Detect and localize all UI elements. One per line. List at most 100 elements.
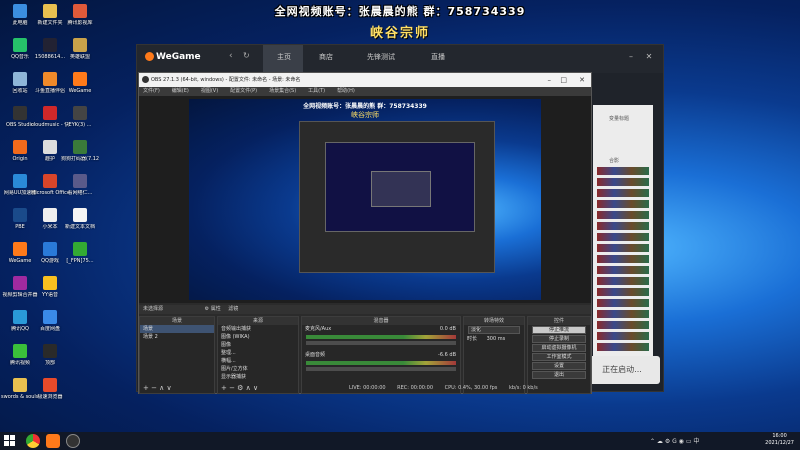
tab-home-label[interactable]: 主页 [277, 52, 291, 62]
desktop-icon[interactable]: 狗狗打码器(7.12修改) [61, 140, 99, 162]
source-item[interactable]: 显示器捕获 [218, 373, 298, 381]
studio-mode-button[interactable]: 工作室模式 [532, 353, 586, 361]
properties-button[interactable]: 属性 [211, 306, 221, 312]
wegame-icon[interactable] [46, 434, 60, 448]
tab-live[interactable]: 直播 [431, 52, 445, 62]
desktop-icon[interactable]: [_FPN]75... [61, 242, 99, 264]
duration-input[interactable]: 300 ms [487, 336, 506, 342]
scenes-panel: 场景 场景 场景 2 + − ∧ ∨ [139, 316, 215, 394]
desktop-icon-label: [_FPN]75... [66, 258, 94, 264]
mixer-header: 混音器 [302, 317, 460, 325]
virtual-camera-button[interactable]: 启动虚拟摄像机 [532, 344, 586, 352]
close-icon[interactable]: ✕ [579, 73, 585, 87]
sources-panel: 来源 音频输出捕获 图像 (WIKA) 图像 整理... 横幅... 图片/立方体 显示器捕… [217, 316, 299, 394]
close-icon[interactable]: ✕ [643, 52, 655, 64]
obs-logo-icon [142, 76, 149, 83]
transition-select[interactable]: 淡化 [468, 326, 520, 334]
menu-item[interactable]: 配置文件(P) [230, 88, 257, 94]
stop-streaming-button[interactable]: 停止推流 [532, 326, 586, 334]
chrome-icon[interactable] [26, 434, 40, 448]
source-item[interactable]: 图像 [218, 341, 298, 349]
start-game-button[interactable]: 正在启动... [584, 356, 660, 384]
obs-title-text: OBS 27.1.3 (64-bit, windows) - 配置文件: 未命名… [151, 77, 301, 83]
tab-pioneer-test[interactable]: 先锋测试 [367, 52, 395, 62]
desktop-icon[interactable]: 顶部 [31, 344, 69, 366]
app-icon [13, 310, 27, 324]
desktop-icon[interactable]: 百度网盘 [31, 310, 69, 332]
clock[interactable]: 16:00 2021/12/27 [765, 433, 794, 447]
app-icon [13, 72, 27, 86]
menu-item[interactable]: 工具(T) [308, 88, 325, 94]
volume-slider[interactable] [306, 367, 456, 371]
desktop-icon-label: 百度网盘 [39, 326, 60, 332]
desktop-icon-label: YY语音 [41, 292, 59, 298]
source-toolbar: 未选择源 ⚙ 属性 滤镜 [139, 305, 591, 314]
source-item[interactable]: 音频输出捕获 [218, 325, 298, 333]
wegame-logo-icon [145, 52, 154, 61]
volume-meter [306, 335, 456, 339]
champion-thumbnails[interactable] [597, 167, 649, 354]
refresh-icon[interactable]: ↻ [243, 51, 250, 60]
obs-preview[interactable]: 全网视频账号：张晨晨的熊 群：758734339 峡谷宗师 [139, 96, 591, 303]
source-toolbar-buttons[interactable]: + − ⚙ ∧ ∨ [221, 384, 258, 392]
desktop-icon-label: 狗狗打码器(7.12修改) [61, 156, 99, 162]
app-icon [13, 276, 27, 290]
tab-store[interactable]: 商店 [319, 52, 333, 62]
settings-button[interactable]: 设置 [532, 362, 586, 370]
no-source-selected-label: 未选择源 [143, 306, 164, 312]
stop-recording-button[interactable]: 停止录制 [532, 335, 586, 343]
desktop-icon[interactable]: 看网络仁... [61, 174, 99, 196]
filters-button[interactable]: 滤镜 [228, 306, 238, 312]
app-icon [43, 106, 57, 120]
gear-icon[interactable]: ⚙ [205, 306, 209, 312]
volume-slider[interactable] [306, 341, 456, 345]
desktop-icon[interactable]: WeGame [61, 72, 99, 94]
app-icon [73, 38, 87, 52]
app-icon [13, 242, 27, 256]
source-item[interactable]: 整理... [218, 349, 298, 357]
menu-item[interactable]: 视图(V) [201, 88, 218, 94]
source-item[interactable]: 图像 (WIKA) [218, 333, 298, 341]
bitrate: kb/s: 0 kb/s [508, 385, 538, 391]
menu-item[interactable]: 帮助(H) [337, 88, 355, 94]
back-arrow-icon[interactable]: ‹ [229, 51, 233, 61]
obs-titlebar: OBS 27.1.3 (64-bit, windows) - 配置文件: 未命名… [139, 73, 591, 87]
scene-item[interactable]: 场景 2 [140, 333, 214, 341]
scene-toolbar[interactable]: + − ∧ ∨ [143, 384, 172, 392]
windows-start-icon[interactable] [4, 435, 16, 447]
obs-icon[interactable] [66, 434, 80, 448]
minimize-icon[interactable]: – [548, 73, 552, 87]
menu-item[interactable]: 文件(F) [143, 88, 160, 94]
duration-row: 时长 300 ms [467, 336, 506, 342]
side-panel-title: 变量标题 [609, 116, 630, 122]
tray-icons[interactable]: ⌃ ☁ ⚙ G ◉ ▭ 中 [650, 436, 699, 445]
desktop-icon[interactable]: 英雄联盟 [61, 38, 99, 60]
app-icon [73, 174, 87, 188]
rec-timer: REC: 00:00:00 [397, 385, 434, 391]
menu-item[interactable]: 场景集合(S) [269, 88, 296, 94]
transitions-panel: 转场特效 淡化 时长 300 ms [463, 316, 525, 394]
app-icon [43, 140, 57, 154]
wegame-side-panel: 变量标题 合影 [593, 105, 653, 375]
app-icon [73, 208, 87, 222]
desktop-icon[interactable]: EYK(3) ... [61, 106, 99, 128]
source-item[interactable]: 横幅... [218, 357, 298, 365]
scene-item[interactable]: 场景 [140, 325, 214, 333]
app-icon [43, 344, 57, 358]
obs-window[interactable]: OBS 27.1.3 (64-bit, windows) - 配置文件: 未命名… [138, 72, 592, 394]
desktop-icon[interactable]: YY语音 [31, 276, 69, 298]
desktop-icon[interactable]: 新建文本文档 [61, 208, 99, 230]
exit-button[interactable]: 退出 [532, 371, 586, 379]
app-icon [43, 208, 57, 222]
desktop-icon[interactable]: 极速浏览器 [31, 378, 69, 400]
desktop-icon[interactable]: 腾讯影视库 [61, 4, 99, 26]
minimize-icon[interactable]: – [625, 52, 637, 64]
nested-recursive-capture [371, 171, 431, 207]
app-icon [73, 4, 87, 18]
app-icon [43, 72, 57, 86]
maximize-icon[interactable]: □ [560, 73, 567, 87]
transitions-header: 转场特效 [464, 317, 524, 325]
source-item[interactable]: 图片/立方体 [218, 365, 298, 373]
menu-item[interactable]: 编辑(E) [172, 88, 189, 94]
app-icon [13, 140, 27, 154]
